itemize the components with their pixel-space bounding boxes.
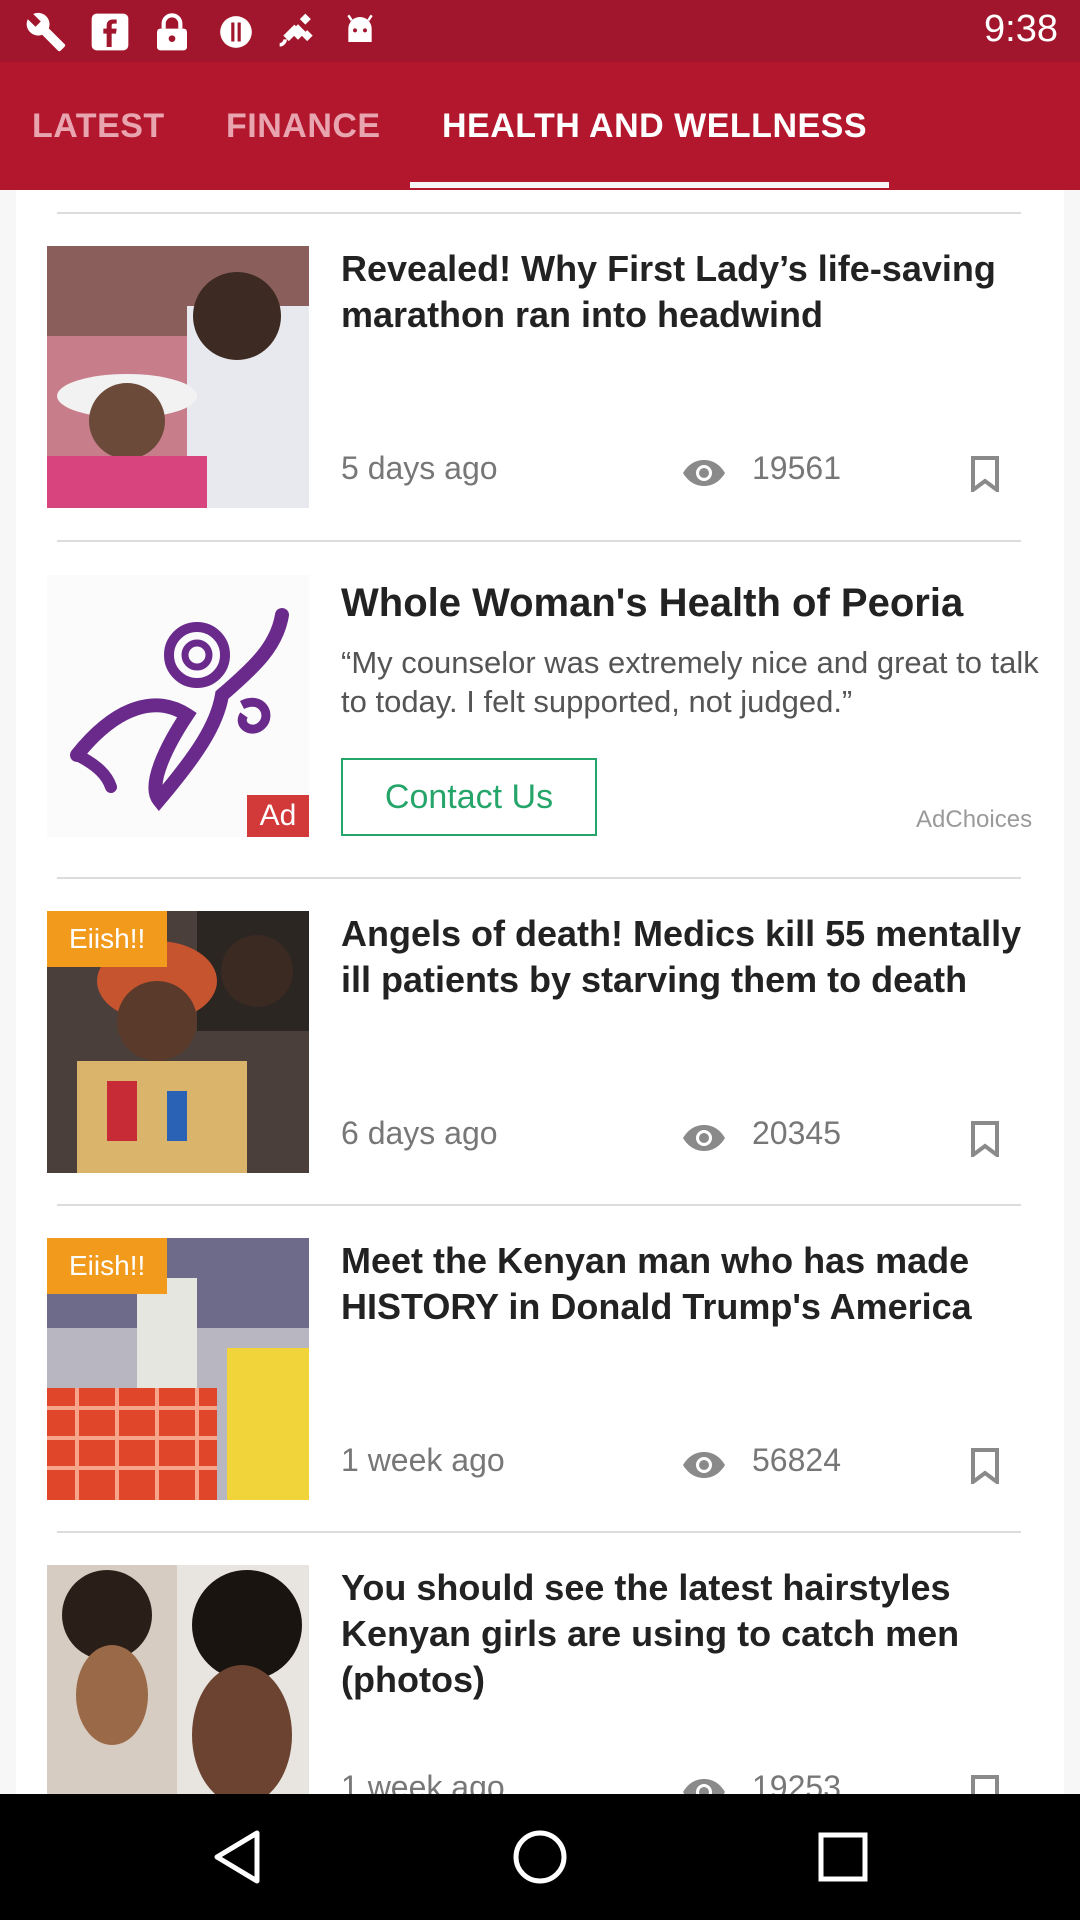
eye-icon <box>681 1450 727 1480</box>
ad-body-text: “My counselor was extremely nice and gre… <box>341 645 1039 719</box>
navigation-bar <box>0 1794 1080 1920</box>
recents-icon[interactable] <box>810 1824 876 1890</box>
article-card[interactable]: Revealed! Why First Lady’s life-saving m… <box>16 246 1064 508</box>
divider <box>57 1204 1021 1206</box>
divider <box>57 540 1021 542</box>
article-card[interactable]: Eiish!! Angels of death! Medics kill 55 … <box>16 911 1064 1173</box>
divider <box>57 212 1021 214</box>
screen: 9:38 LATEST FINANCE HEALTH AND WELLNESS <box>0 0 1080 1920</box>
eye-icon <box>681 1777 727 1794</box>
article-card[interactable]: You should see the latest hairstyles Ken… <box>16 1565 1064 1794</box>
wrench-icon <box>24 10 68 54</box>
view-count: 19561 <box>752 450 841 486</box>
blocked-icon <box>214 10 258 54</box>
bookmark-icon[interactable] <box>970 456 1000 494</box>
view-count: 20345 <box>752 1115 841 1151</box>
home-icon[interactable] <box>507 1824 573 1890</box>
satellite-icon <box>276 10 320 54</box>
tab-latest[interactable]: LATEST <box>32 62 165 190</box>
status-bar: 9:38 <box>0 0 1080 62</box>
divider <box>57 1531 1021 1533</box>
android-icon <box>338 10 382 54</box>
ad-title[interactable]: Whole Woman's Health of Peoria <box>341 581 963 626</box>
eye-icon <box>681 458 727 488</box>
article-time: 5 days ago <box>341 450 498 486</box>
active-tab-indicator <box>410 182 889 188</box>
view-count: 19253 <box>752 1769 841 1794</box>
tab-health-and-wellness[interactable]: HEALTH AND WELLNESS <box>442 62 867 190</box>
article-badge: Eiish!! <box>47 911 168 967</box>
bookmark-icon[interactable] <box>970 1448 1000 1486</box>
article-badge: Eiish!! <box>47 1238 168 1294</box>
bookmark-icon[interactable] <box>970 1121 1000 1159</box>
article-time: 1 week ago <box>341 1442 505 1478</box>
back-icon[interactable] <box>204 1824 270 1890</box>
article-thumbnail[interactable]: Eiish!! <box>47 911 309 1173</box>
adchoices-link[interactable]: AdChoices <box>916 806 1032 834</box>
facebook-icon <box>88 10 132 54</box>
article-title[interactable]: You should see the latest hairstyles Ken… <box>341 1565 1041 1703</box>
eye-icon <box>681 1123 727 1153</box>
view-count: 56824 <box>752 1442 841 1478</box>
tab-bar: LATEST FINANCE HEALTH AND WELLNESS <box>0 62 1080 190</box>
ad-label: Ad <box>247 795 309 837</box>
article-title[interactable]: Angels of death! Medics kill 55 mentally… <box>341 911 1041 1003</box>
divider <box>57 877 1021 879</box>
article-thumbnail[interactable] <box>47 246 309 508</box>
article-time: 1 week ago <box>341 1769 505 1794</box>
ad-card[interactable]: Ad Whole Woman's Health of Peoria “My co… <box>16 575 1064 837</box>
article-title[interactable]: Meet the Kenyan man who has made HISTORY… <box>341 1238 1041 1330</box>
lock-icon <box>150 10 194 54</box>
article-time: 6 days ago <box>341 1115 498 1151</box>
bookmark-icon[interactable] <box>970 1775 1000 1794</box>
tab-finance[interactable]: FINANCE <box>226 62 381 190</box>
article-thumbnail[interactable]: Eiish!! <box>47 1238 309 1500</box>
clock: 9:38 <box>984 8 1058 50</box>
article-title[interactable]: Revealed! Why First Lady’s life-saving m… <box>341 246 1041 338</box>
article-thumbnail[interactable] <box>47 1565 309 1794</box>
news-feed[interactable]: Revealed! Why First Lady’s life-saving m… <box>16 190 1064 1794</box>
article-card[interactable]: Eiish!! Meet the Kenyan man who has made… <box>16 1238 1064 1500</box>
contact-us-button[interactable]: Contact Us <box>341 758 597 836</box>
